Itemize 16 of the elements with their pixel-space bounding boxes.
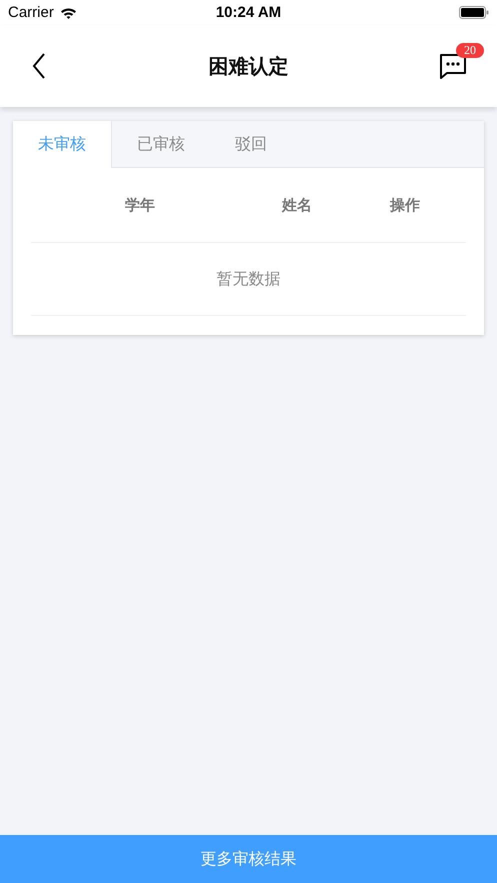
back-icon[interactable] — [32, 53, 46, 79]
message-icon[interactable] — [439, 52, 467, 80]
column-header: 姓名 — [282, 196, 312, 214]
notification-badge: 20 — [456, 42, 484, 58]
column-header: 学年 — [125, 196, 155, 214]
clock-time: 10:24 AM — [214, 4, 282, 21]
tab[interactable]: 未审核 — [13, 121, 112, 168]
column-header: 操作 — [390, 196, 420, 214]
carrier-label: Carrier — [8, 4, 54, 21]
wifi-icon — [60, 6, 77, 18]
tab[interactable]: 驳回 — [210, 121, 292, 167]
tab[interactable]: 已审核 — [112, 121, 210, 167]
more-results-button[interactable]: 更多审核结果 — [0, 835, 497, 883]
empty-message: 暂无数据 — [216, 268, 280, 290]
battery-icon — [459, 6, 489, 19]
page-title: 困难认定 — [208, 52, 288, 80]
